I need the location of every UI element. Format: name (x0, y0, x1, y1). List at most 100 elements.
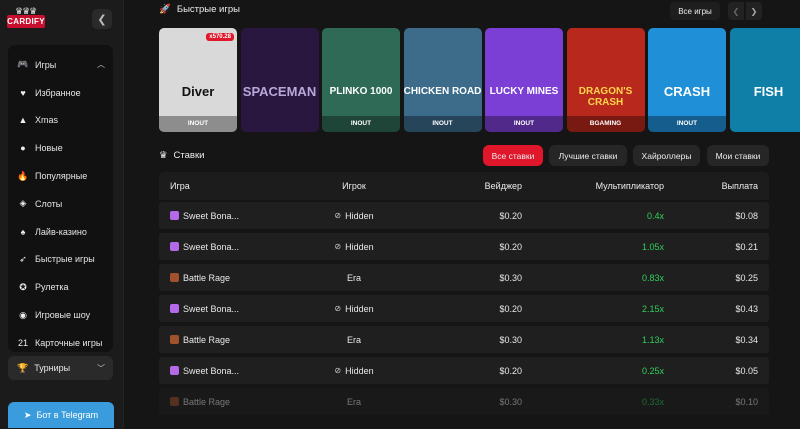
quick-games-title: Быстрые игры (176, 4, 240, 15)
sidebar-item-label: Игровые шоу (35, 310, 91, 321)
chevron-left-icon: ❮ (732, 6, 740, 16)
sidebar-item[interactable]: ♠ Лайв-казино (8, 218, 113, 246)
game-card-provider: INOUT (648, 116, 726, 132)
game-card-title: CHICKEN ROAD (403, 86, 482, 97)
collapse-sidebar-button[interactable]: ❮ (92, 9, 112, 29)
sidebar-item[interactable]: 🎮 Игры ︿ (8, 51, 113, 79)
sidebar-item[interactable]: ◉ Игровые шоу (8, 301, 113, 329)
cell-game[interactable]: Sweet Bona... (159, 242, 299, 252)
cell-game[interactable]: Battle Rage (159, 273, 299, 283)
cell-wager: $0.30 (499, 334, 522, 345)
live-casino-icon: ♠ (20, 226, 26, 237)
telegram-bot-label: Бот в Telegram (36, 410, 99, 420)
telegram-bot-button[interactable]: ➤ Бот в Telegram (8, 402, 114, 428)
cell-player: Era (299, 397, 409, 407)
game-card[interactable]: DRAGON'S CRASH BGAMING (566, 28, 645, 132)
cell-multiplier: 0.4x (646, 210, 664, 221)
sidebar-item[interactable]: 21 Карточные игры (8, 329, 113, 357)
game-card[interactable]: x570.28 Diver INOUT (159, 28, 237, 132)
bets-title: Ставки (173, 150, 205, 161)
player-name: Era (346, 272, 361, 283)
sidebar-item-tournaments[interactable]: 🏆 Турниры ﹀ (8, 356, 113, 380)
quick-games-heading: 🚀 Быстрые игры (159, 4, 240, 15)
cell-multiplier: 1.05x (641, 241, 664, 252)
game-card[interactable]: CRASH INOUT (648, 28, 726, 132)
cell-game[interactable]: Battle Rage (159, 397, 299, 407)
cell-game[interactable]: Battle Rage (159, 335, 299, 345)
cell-wager: $0.20 (499, 365, 522, 376)
sidebar-item[interactable]: ● Новые (8, 134, 113, 162)
logo-text: CARDIFY (7, 15, 45, 28)
sidebar-item[interactable]: ▲ Xmas (8, 107, 113, 135)
sidebar-item-label: Новые (35, 143, 63, 154)
col-wager-header: Вейджер (484, 181, 522, 191)
cell-payout: $0.34 (735, 334, 758, 345)
table-row[interactable]: Sweet Bona... ⊘ Hidden $0.20 1.05x $0.21 (159, 233, 769, 260)
game-show-icon: ◉ (19, 309, 27, 320)
sidebar-item[interactable]: ✪ Рулетка (8, 273, 113, 301)
all-games-button[interactable]: Все игры (670, 2, 720, 20)
game-name: Sweet Bona... (183, 210, 240, 221)
game-name: Sweet Bona... (183, 365, 240, 376)
bets-filter-tab[interactable]: Все ставки (483, 145, 543, 166)
sidebar-item-label: Слоты (35, 198, 63, 209)
sweet-bonanza-icon (170, 366, 179, 375)
sidebar-item-label: Лайв-казино (35, 226, 87, 237)
sidebar-item[interactable]: 🔥 Популярные (8, 162, 113, 190)
battle-rage-icon (170, 397, 179, 406)
eye-off-icon: ⊘ (334, 366, 342, 375)
game-card-provider: INOUT (159, 116, 237, 132)
game-card[interactable]: CHICKEN ROAD INOUT (403, 28, 482, 132)
cell-game[interactable]: Sweet Bona... (159, 304, 299, 314)
sweet-bonanza-icon (170, 304, 179, 313)
game-card-provider: BGAMING (566, 116, 645, 132)
carousel-next-button[interactable]: ❯ (746, 2, 762, 20)
sidebar-item-label: Популярные (35, 171, 88, 182)
game-card-provider: INOUT (322, 116, 400, 132)
player-name: Hidden (345, 303, 374, 314)
cell-wager: $0.30 (499, 396, 522, 407)
cell-player: Era (299, 273, 409, 283)
game-card-provider: INOUT (403, 116, 482, 132)
game-card-title: FISH (753, 84, 784, 99)
chevron-down-icon: ﹀ (97, 363, 105, 373)
quick-games-carousel: x570.28 Diver INOUT SPACEMAN PLINKO 1000 INOU… (159, 28, 800, 132)
game-name: Sweet Bona... (183, 303, 240, 314)
telegram-icon: ➤ (23, 409, 32, 420)
logo[interactable]: ♛♛♛ CARDIFY (7, 6, 47, 30)
cell-wager: $0.30 (499, 272, 522, 283)
game-name: Battle Rage (183, 272, 231, 283)
cell-payout: $0.05 (735, 365, 758, 376)
sidebar-item[interactable]: ◈ Слоты (8, 190, 113, 218)
chevron-left-icon: ❮ (97, 13, 107, 26)
cell-payout: $0.25 (735, 272, 758, 283)
player-name: Hidden (345, 365, 374, 376)
table-row[interactable]: Sweet Bona... ⊘ Hidden $0.20 2.15x $0.43 (159, 295, 769, 322)
sidebar-item-label: Карточные игры (35, 337, 103, 348)
cell-game[interactable]: Sweet Bona... (159, 211, 299, 221)
eye-off-icon: ⊘ (334, 242, 342, 251)
slot-machine-icon: ◈ (19, 198, 27, 209)
table-row[interactable]: Sweet Bona... ⊘ Hidden $0.20 0.4x $0.08 (159, 202, 769, 229)
table-row[interactable]: Battle Rage Era $0.30 1.13x $0.34 (159, 326, 769, 353)
bets-filter-tab[interactable]: Мои ставки (707, 145, 769, 166)
player-name: Era (346, 334, 361, 345)
game-card[interactable]: FISH (729, 28, 800, 132)
carousel-prev-button[interactable]: ❮ (728, 2, 744, 20)
game-card[interactable]: SPACEMAN (240, 28, 319, 132)
table-row[interactable]: Battle Rage Era $0.30 0.33x $0.10 (159, 388, 769, 415)
game-card[interactable]: PLINKO 1000 INOUT (322, 28, 400, 132)
table-row[interactable]: Battle Rage Era $0.30 0.83x $0.25 (159, 264, 769, 291)
sidebar-item[interactable]: ➶ Быстрые игры (8, 246, 113, 274)
bets-heading: ♛ Ставки (159, 150, 204, 161)
col-player-header: Игрок (342, 181, 366, 191)
bets-filter-tab[interactable]: Лучшие ставки (549, 145, 627, 166)
game-name: Battle Rage (183, 334, 231, 345)
cell-game[interactable]: Sweet Bona... (159, 366, 299, 376)
game-card[interactable]: LUCKY MINES INOUT (485, 28, 563, 132)
sidebar-item[interactable]: ♥ Избранное (8, 79, 113, 107)
cell-payout: $0.08 (735, 210, 758, 221)
table-row[interactable]: Sweet Bona... ⊘ Hidden $0.20 0.25x $0.05 (159, 357, 769, 384)
eye-off-icon: ⊘ (334, 211, 342, 220)
bets-filter-tab[interactable]: Хайроллеры (633, 145, 700, 166)
